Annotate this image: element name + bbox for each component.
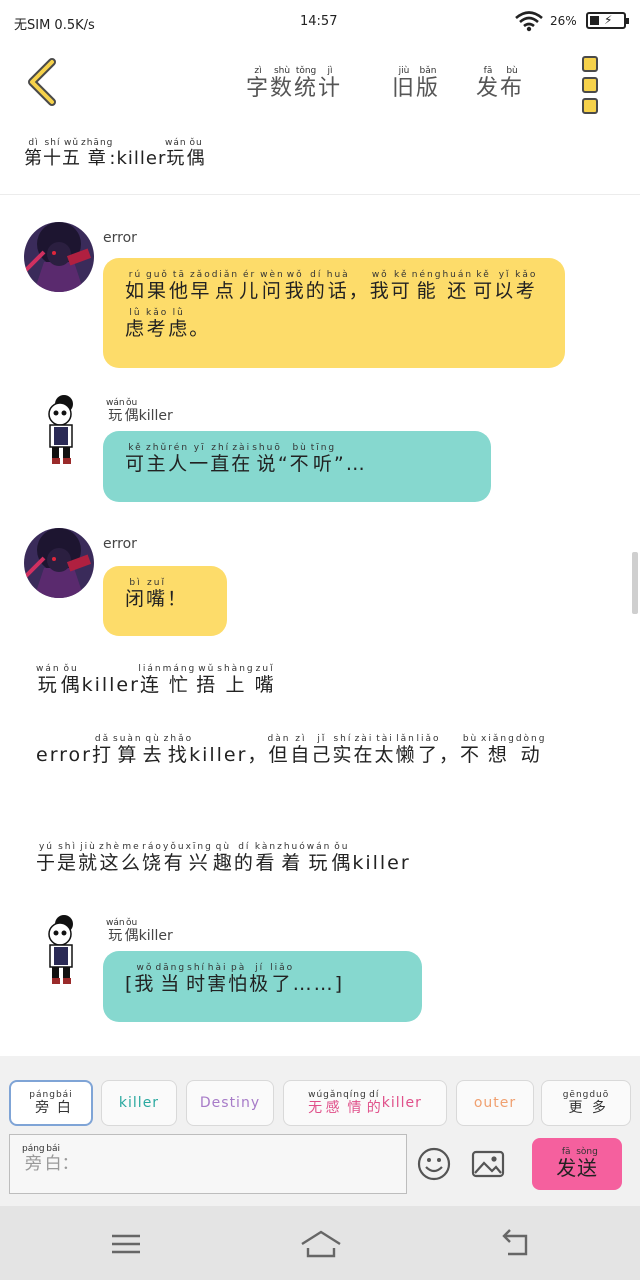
speaker-name: error xyxy=(103,536,137,552)
divider xyxy=(0,194,640,195)
more-menu-icon[interactable] xyxy=(578,56,602,114)
wifi-icon xyxy=(515,11,543,32)
role-chip-narrator[interactable]: 旁páng白bái xyxy=(9,1080,93,1126)
battery-icon: ⚡ xyxy=(586,12,629,29)
image-icon[interactable] xyxy=(470,1146,506,1182)
system-nav-bar xyxy=(0,1206,640,1280)
message-bubble-error: 如rú果guǒ他tā早zǎo点diǎn儿ér问wèn我wǒ的dí话huà，我wǒ… xyxy=(103,258,565,368)
chapter-title: 第dì十shí五wǔ章zhāng:killer玩wán偶ǒu xyxy=(24,138,206,169)
role-chip-destiny[interactable]: Destiny xyxy=(186,1080,274,1126)
message-bubble-error: 闭bì嘴zuǐ！ xyxy=(103,566,227,636)
speaker-name: 玩wán偶ǒukiller xyxy=(106,918,173,944)
home-icon[interactable] xyxy=(298,1224,344,1264)
killer-doll-avatar[interactable] xyxy=(42,914,82,986)
battery-percent: 26% xyxy=(550,14,577,28)
speaker-name: error xyxy=(103,230,137,246)
killer-doll-avatar[interactable] xyxy=(42,394,82,466)
top-bar: 字zì数shù统tǒng计jì 旧jiù版bǎn 发fā布bù xyxy=(0,44,640,120)
back-icon[interactable] xyxy=(496,1224,536,1264)
role-chip-killer[interactable]: killer xyxy=(101,1080,177,1126)
role-chip-more[interactable]: 更gēng多duō xyxy=(541,1080,631,1126)
speaker-name: 玩wán偶ǒukiller xyxy=(106,398,173,424)
narration-text: error打dǎ算suàn去qù找zhǎokiller，但dàn自zì己jǐ实s… xyxy=(36,734,547,766)
publish-link[interactable]: 发fā布bù xyxy=(476,66,524,102)
scrollbar[interactable] xyxy=(632,552,638,614)
carrier-status: 无SIM 0.5K/s xyxy=(14,18,95,33)
clock: 14:57 xyxy=(300,14,338,29)
status-bar: 无SIM 0.5K/s 14:57 26% ⚡ xyxy=(0,0,640,44)
word-count-link[interactable]: 字zì数shù统tǒng计jì xyxy=(246,66,342,102)
role-chip-emotionless-killer[interactable]: 无wú感gǎn情qíng的dí killer xyxy=(283,1080,447,1126)
emoji-icon[interactable] xyxy=(416,1146,452,1182)
error-avatar[interactable] xyxy=(24,222,94,292)
message-bubble-killer: 可kě主zhǔ人rén一yī直zhí在zài说shuō“不bù听tīng”… xyxy=(103,431,491,502)
narration-text: 于yú是shì就jiù这zhè么me饶ráo有yǒu兴xīng趣qù的dí看kà… xyxy=(36,842,411,874)
back-arrow-icon[interactable] xyxy=(22,56,62,108)
message-input[interactable]: 旁páng白bái： xyxy=(9,1134,407,1194)
message-bubble-killer: [我wǒ当dāng时shí害hài怕pà极jí了liǎo……] xyxy=(103,951,422,1022)
compose-panel: 旁páng白bái killer Destiny 无wú感gǎn情qíng的dí… xyxy=(0,1056,640,1206)
role-chip-outer[interactable]: outer xyxy=(456,1080,534,1126)
send-button[interactable]: 发fā送sòng xyxy=(532,1138,622,1190)
narration-text: 玩wán偶ǒukiller连lián忙máng捂wǔ上shàng嘴zuǐ xyxy=(36,664,276,696)
menu-icon[interactable] xyxy=(106,1224,146,1264)
error-avatar[interactable] xyxy=(24,528,94,598)
old-version-link[interactable]: 旧jiù版bǎn xyxy=(392,66,440,102)
